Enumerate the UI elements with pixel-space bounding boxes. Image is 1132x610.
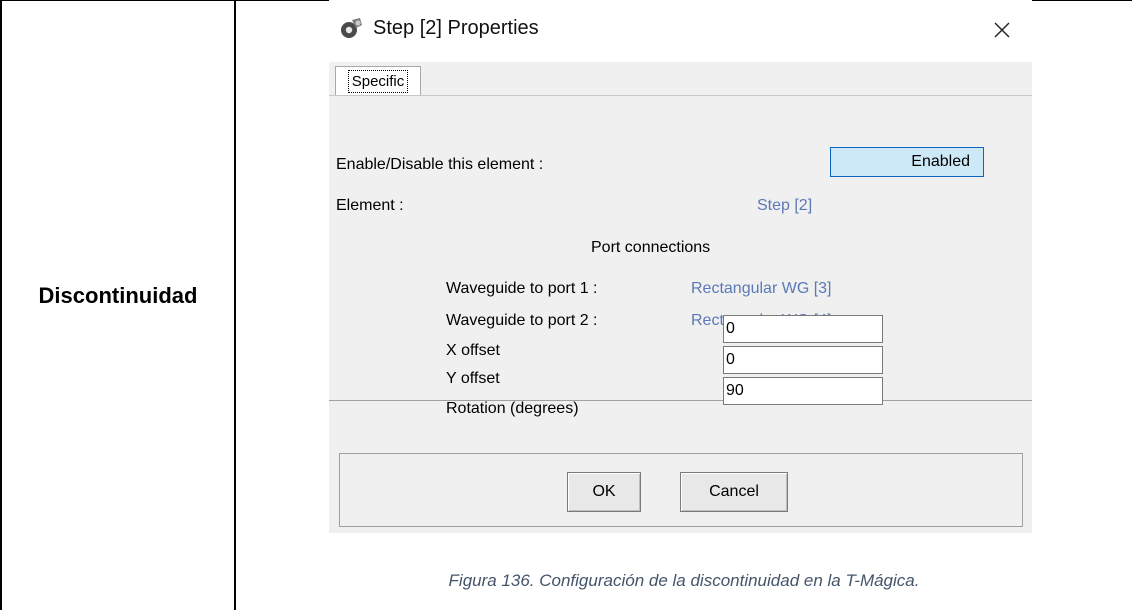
rotation-label: Rotation (degrees) <box>446 400 579 417</box>
x-offset-label: X offset <box>446 342 500 359</box>
y-offset-input[interactable] <box>723 346 883 374</box>
rotation-input[interactable] <box>723 377 883 405</box>
ok-button[interactable]: OK <box>567 472 641 512</box>
port1-value: Rectangular WG [3] <box>691 280 832 297</box>
properties-dialog: Step [2] Properties Specific Enable/Disa… <box>329 0 1032 533</box>
enable-label: Enable/Disable this element : <box>336 156 544 173</box>
title-bar: Step [2] Properties <box>329 0 1032 62</box>
close-button[interactable] <box>982 12 1022 48</box>
element-label: Element : <box>336 197 404 214</box>
port1-label: Waveguide to port 1 : <box>446 280 598 297</box>
enable-toggle-button[interactable]: Enabled <box>830 147 984 177</box>
tab-specific[interactable]: Specific <box>335 66 421 96</box>
x-offset-input[interactable] <box>723 315 883 343</box>
port-connections-heading: Port connections <box>591 239 711 256</box>
y-offset-label: Y offset <box>446 370 500 387</box>
element-value: Step [2] <box>757 197 813 214</box>
port2-label: Waveguide to port 2 : <box>446 312 598 329</box>
gear-globe-icon <box>341 18 362 38</box>
dialog-title: Step [2] Properties <box>373 17 539 39</box>
tab-specific-label: Specific <box>347 70 409 93</box>
figure-caption: Figura 136. Configuración de la disconti… <box>448 571 920 590</box>
cancel-button[interactable]: Cancel <box>680 472 788 512</box>
tab-panel-specific: Enable/Disable this element : Step [2] E… <box>329 95 1032 417</box>
row-label: Discontinuidad <box>38 283 198 308</box>
table-column-divider <box>234 0 236 610</box>
close-icon <box>994 22 1010 38</box>
